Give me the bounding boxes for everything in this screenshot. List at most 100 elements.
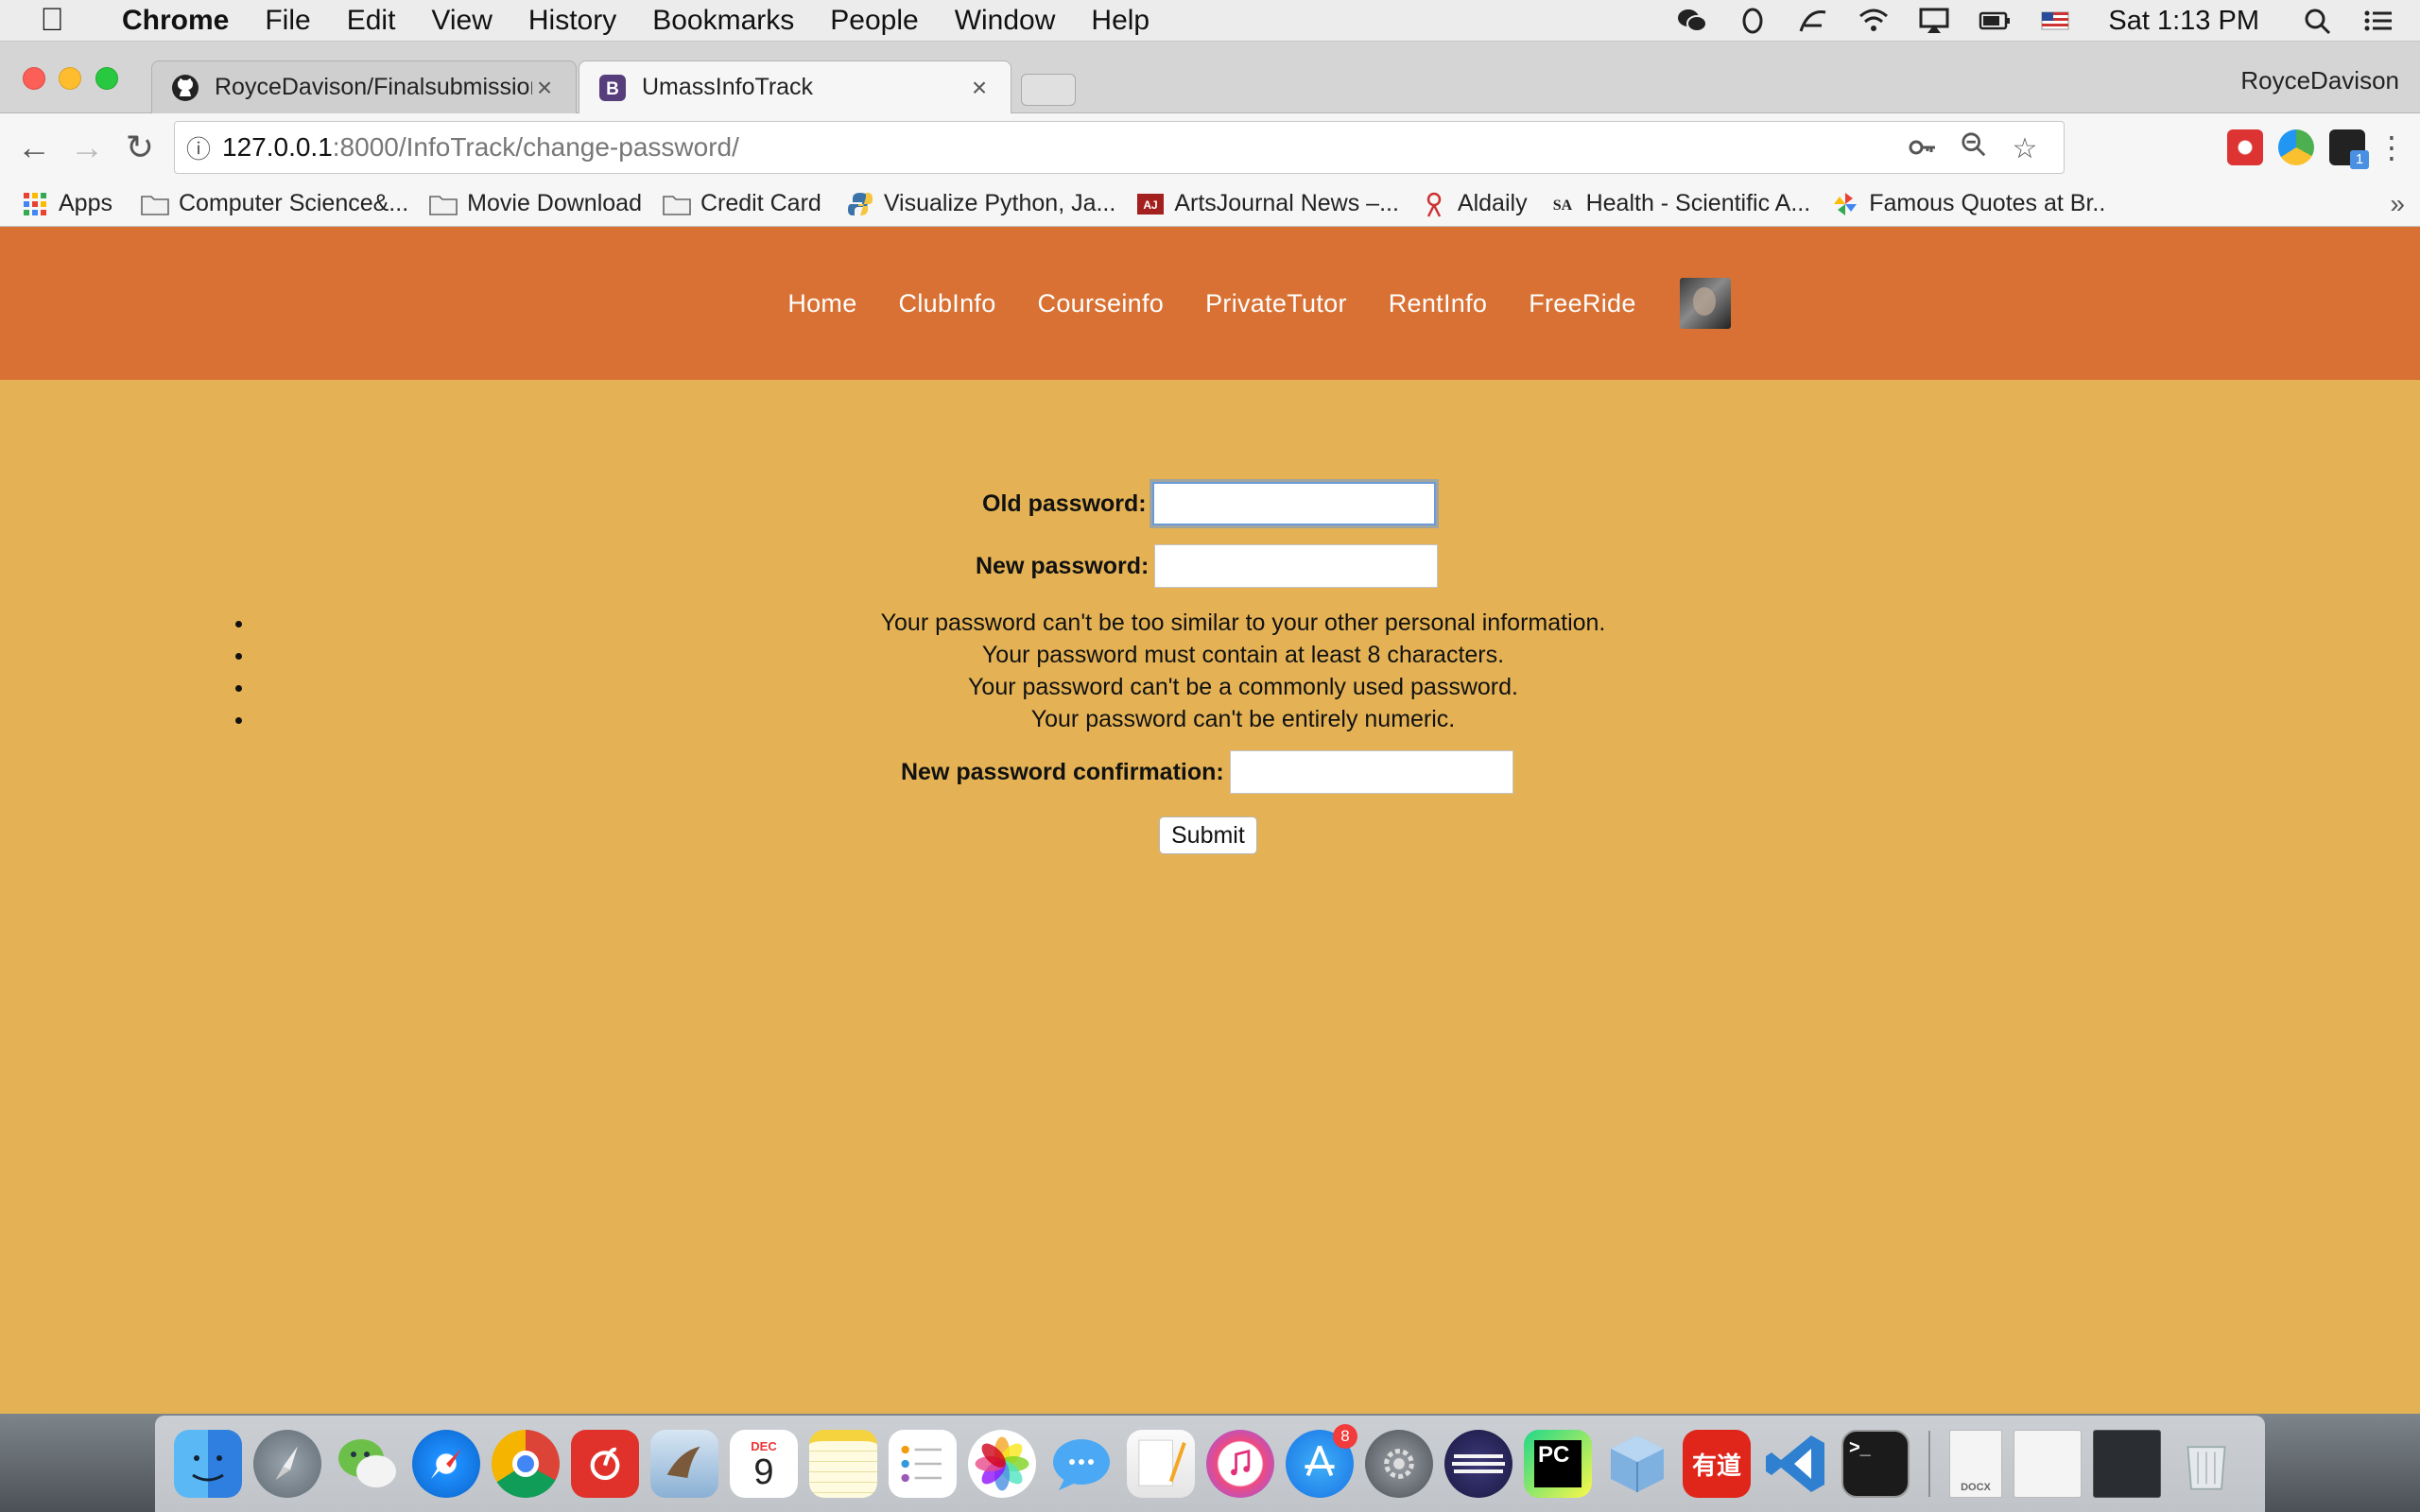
nav-rentinfo[interactable]: RentInfo <box>1389 289 1487 318</box>
notification-list-icon[interactable] <box>2360 7 2397 35</box>
bookmark-star-icon[interactable]: ☆ <box>1999 132 2050 165</box>
tab-umassinfotrack[interactable]: B UmassInfoTrack × <box>579 60 1011 113</box>
nav-freeride[interactable]: FreeRide <box>1529 289 1635 318</box>
menubar-clock[interactable]: Sat 1:13 PM <box>2108 6 2259 37</box>
nav-courseinfo[interactable]: Courseinfo <box>1038 289 1165 318</box>
browser-toolbar: ← → ↻ ⓘ 127.0.0.1:8000/InfoTrack/change-… <box>0 113 2420 181</box>
confirm-password-row: New password confirmation: <box>901 750 1513 794</box>
help-item: Your password can't be too similar to yo… <box>255 607 2231 639</box>
bookmarks-overflow-icon[interactable]: » <box>2390 189 2405 219</box>
chrome-menu-icon[interactable]: ⋮ <box>2373 121 2411 174</box>
password-help-list: Your password can't be too similar to yo… <box>255 607 2231 735</box>
nav-privatetutor[interactable]: PrivateTutor <box>1205 289 1347 318</box>
terminal-icon[interactable]: >_ <box>1841 1430 1910 1498</box>
aldaily-icon <box>1420 192 1448 217</box>
nav-home[interactable]: Home <box>787 289 856 318</box>
site-info-icon[interactable]: ⓘ <box>175 130 222 165</box>
reload-icon[interactable]: ↻ <box>113 121 166 174</box>
bookmark-label: ArtsJournal News –... <box>1174 190 1399 216</box>
trash-icon[interactable] <box>2172 1430 2240 1498</box>
zoom-icon[interactable] <box>1948 131 1999 165</box>
bookmark-computer-science[interactable]: Computer Science&... <box>141 190 408 217</box>
tab-github[interactable]: RoyceDavison/Finalsubmission × <box>151 60 577 113</box>
confirm-password-input[interactable] <box>1229 750 1513 794</box>
screenshot-stack-icon[interactable] <box>2014 1430 2082 1498</box>
airplay-icon[interactable] <box>1915 7 1953 35</box>
itunes-icon[interactable] <box>1206 1430 1274 1498</box>
menu-bookmarks[interactable]: Bookmarks <box>634 5 812 37</box>
wifi-icon[interactable] <box>1855 7 1893 35</box>
extension-red-icon[interactable] <box>2227 129 2263 165</box>
menu-edit[interactable]: Edit <box>329 5 414 37</box>
pen-icon[interactable] <box>1794 7 1832 35</box>
old-password-input[interactable] <box>1151 482 1436 525</box>
menu-view[interactable]: View <box>413 5 510 37</box>
bookmark-aldaily[interactable]: Aldaily <box>1420 190 1528 217</box>
avatar[interactable] <box>1679 278 1731 329</box>
wechat-icon[interactable] <box>1673 7 1711 35</box>
battery-icon[interactable] <box>1976 7 2014 35</box>
folder-icon <box>141 192 169 216</box>
bootstrap-icon: B <box>598 74 627 102</box>
messages-icon[interactable] <box>1047 1430 1115 1498</box>
menu-app-name[interactable]: Chrome <box>104 5 247 37</box>
menu-people[interactable]: People <box>812 5 936 37</box>
window-zoom-button[interactable] <box>95 67 118 90</box>
forward-arrow-icon[interactable]: → <box>60 121 113 174</box>
netease-music-icon[interactable] <box>571 1430 639 1498</box>
menu-window[interactable]: Window <box>937 5 1074 37</box>
us-flag-icon[interactable] <box>2036 7 2074 35</box>
menu-help[interactable]: Help <box>1073 5 1167 37</box>
qq-icon[interactable] <box>1734 7 1772 35</box>
safari-icon[interactable] <box>412 1430 480 1498</box>
window-close-button[interactable] <box>23 67 45 90</box>
bookmark-label: Visualize Python, Ja... <box>883 190 1116 216</box>
profile-name[interactable]: RoyceDavison <box>2240 66 2399 95</box>
pycharm-icon[interactable]: PC <box>1524 1430 1592 1498</box>
system-preferences-icon[interactable] <box>1365 1430 1433 1498</box>
notes-icon[interactable] <box>809 1430 877 1498</box>
mail-icon[interactable] <box>650 1430 718 1498</box>
back-arrow-icon[interactable]: ← <box>8 121 60 174</box>
extension-check-icon[interactable] <box>2278 129 2314 165</box>
bookmark-artsjournal[interactable]: AJ ArtsJournal News –... <box>1136 190 1399 217</box>
app-store-icon[interactable]: 8 <box>1286 1424 1357 1498</box>
new-password-input[interactable] <box>1154 544 1439 588</box>
key-icon[interactable] <box>1897 132 1948 164</box>
finder-icon[interactable] <box>174 1430 242 1498</box>
folder-icon <box>663 192 691 216</box>
menu-history[interactable]: History <box>510 5 634 37</box>
eclipse-icon[interactable] <box>1444 1430 1512 1498</box>
bookmark-health-scientific[interactable]: SA Health - Scientific A... <box>1548 190 1810 217</box>
reminders-icon[interactable] <box>889 1430 957 1498</box>
bookmark-movie-download[interactable]: Movie Download <box>429 190 642 217</box>
menu-file[interactable]: File <box>247 5 328 37</box>
wechat-app-icon[interactable] <box>333 1430 401 1498</box>
youdao-icon[interactable]: 有道 <box>1683 1430 1751 1498</box>
nav-clubinfo[interactable]: ClubInfo <box>899 289 996 318</box>
bookmark-famous-quotes[interactable]: Famous Quotes at Br.. <box>1831 190 2105 217</box>
vscode-icon[interactable] <box>1762 1430 1830 1498</box>
tab-close-icon[interactable]: × <box>532 73 557 103</box>
spotlight-search-icon[interactable] <box>2299 7 2337 35</box>
virtualbox-icon[interactable] <box>1603 1430 1671 1498</box>
photos-icon[interactable] <box>968 1430 1036 1498</box>
help-item: Your password can't be entirely numeric. <box>255 703 2231 735</box>
pages-icon[interactable] <box>1127 1430 1195 1498</box>
downloads-stack-icon[interactable] <box>2093 1430 2161 1498</box>
address-bar[interactable]: ⓘ 127.0.0.1:8000/InfoTrack/change-passwo… <box>174 121 2065 174</box>
calendar-icon[interactable]: DEC 9 <box>730 1430 798 1498</box>
new-tab-button[interactable] <box>1021 74 1076 106</box>
tab-close-icon[interactable]: × <box>967 73 992 103</box>
bookmark-apps[interactable]: Apps <box>21 190 112 217</box>
bookmark-credit-card[interactable]: Credit Card <box>663 190 821 217</box>
url-host: 127.0.0.1 <box>222 132 333 162</box>
chrome-app-icon[interactable] <box>492 1430 560 1498</box>
extension-evernote-icon[interactable]: 1 <box>2329 129 2369 169</box>
bookmark-visualize-python[interactable]: Visualize Python, Ja... <box>846 190 1116 217</box>
launchpad-icon[interactable] <box>253 1430 321 1498</box>
submit-button[interactable]: Submit <box>1159 816 1257 854</box>
docx-document-icon[interactable]: DOCX <box>1949 1430 2002 1498</box>
window-minimize-button[interactable] <box>59 67 81 90</box>
apple-logo-icon[interactable]:  <box>0 2 104 39</box>
